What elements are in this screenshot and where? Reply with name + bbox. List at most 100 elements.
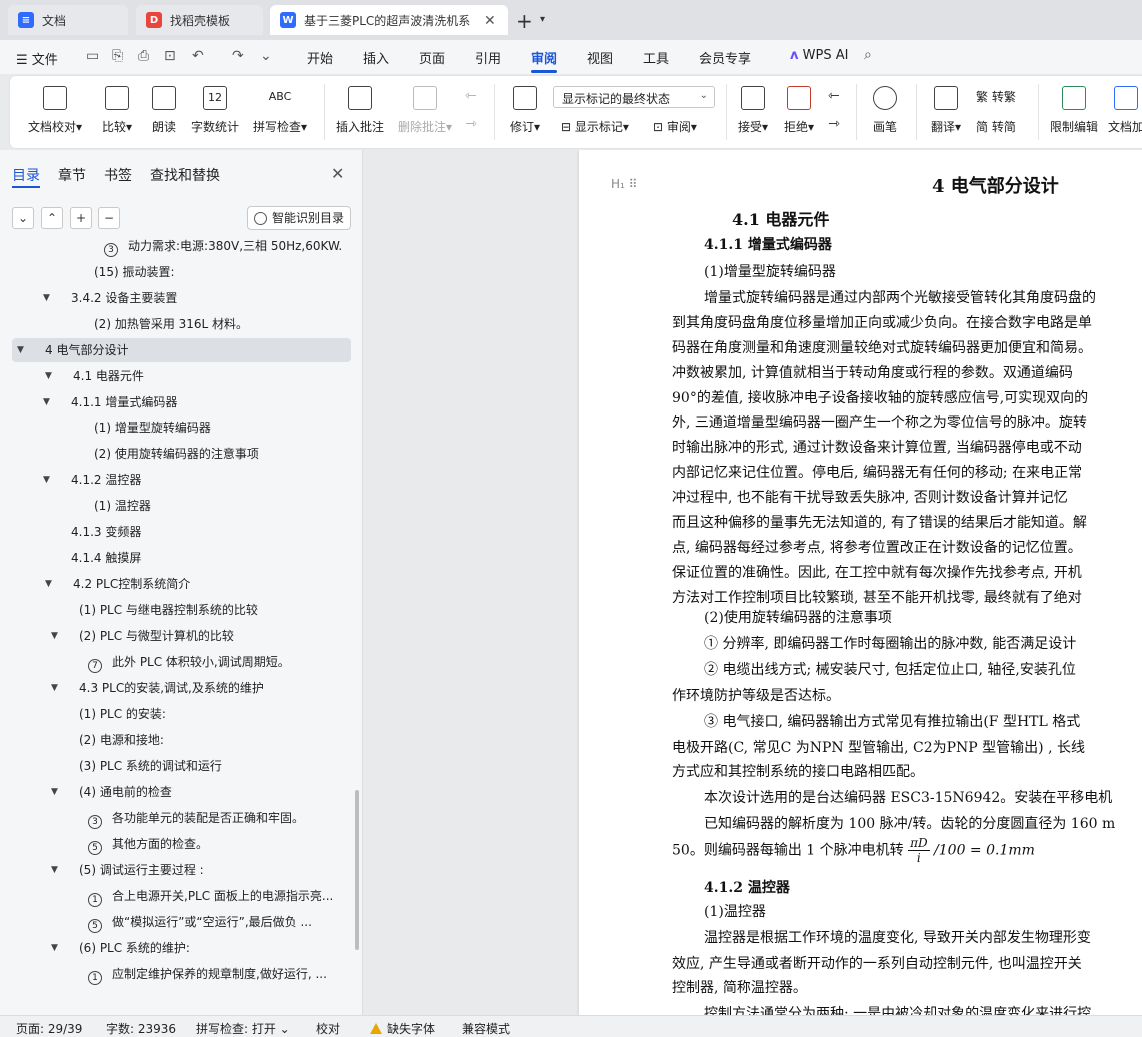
toc-item[interactable]: (2) 加热管采用 316L 材料。 bbox=[0, 312, 355, 336]
review-pane-button[interactable]: ⊡ 审阅▾ bbox=[653, 118, 697, 135]
close-icon[interactable]: ✕ bbox=[331, 164, 344, 183]
redo-icon[interactable]: ↷ bbox=[232, 48, 244, 64]
insert-comment-button[interactable]: 插入批注 bbox=[332, 76, 388, 148]
missing-font-status[interactable]: 缺失字体 bbox=[370, 1020, 435, 1037]
nav-tab-find-replace[interactable]: 查找和替换 bbox=[150, 165, 220, 185]
toc-item[interactable]: 3 动力需求:电源:380V,三相 50Hz,60KW. bbox=[0, 234, 355, 258]
nav-tab-toc[interactable]: 目录 bbox=[12, 165, 40, 185]
save-icon[interactable]: ▭ bbox=[86, 48, 99, 64]
add-level-icon[interactable]: + bbox=[70, 207, 92, 229]
toc-item[interactable]: ▼ (4) 通电前的检查 bbox=[0, 780, 355, 804]
doc-encrypt-button[interactable]: 文档加 bbox=[1106, 76, 1142, 148]
toc-item[interactable]: 5 其他方面的检查。 bbox=[0, 832, 355, 856]
toc-item[interactable]: ▼ 3.4.2 设备主要装置 bbox=[0, 286, 355, 310]
toc-item[interactable]: (1) PLC 的安装: bbox=[0, 702, 355, 726]
chevron-down-icon[interactable]: ▼ bbox=[51, 858, 58, 882]
word-count-status[interactable]: 字数: 23936 bbox=[106, 1020, 176, 1037]
page-indicator[interactable]: 页面: 29/39 bbox=[16, 1020, 82, 1037]
toc-item[interactable]: 4.1.4 触摸屏 bbox=[0, 546, 355, 570]
nav-tab-bookmarks[interactable]: 书签 bbox=[104, 165, 132, 185]
toc-item[interactable]: (3) PLC 系统的调试和运行 bbox=[0, 754, 355, 778]
revision-button[interactable]: 修订▾ bbox=[502, 76, 548, 148]
tab-docer[interactable]: D 找稻壳模板 bbox=[136, 5, 263, 35]
chevron-down-icon[interactable]: ▼ bbox=[17, 338, 24, 362]
pen-button[interactable]: 画笔 bbox=[864, 76, 906, 148]
tab-docs[interactable]: ≡ 文档 bbox=[8, 5, 128, 35]
toc-item[interactable]: ▼ 4.1.2 温控器 bbox=[0, 468, 355, 492]
toc-item[interactable]: ▼ 4.3 PLC的安装,调试,及系统的维护 bbox=[0, 676, 355, 700]
chevron-down-icon[interactable]: ▼ bbox=[51, 676, 58, 700]
expand-up-icon[interactable]: ⌃ bbox=[41, 207, 63, 229]
toc-item[interactable]: ▼ (5) 调试运行主要过程 : bbox=[0, 858, 355, 882]
chevron-down-icon[interactable]: ▼ bbox=[51, 624, 58, 648]
to-simplified-button[interactable]: 简 转简 bbox=[976, 118, 1016, 135]
toc-item[interactable]: 1 合上电源开关,PLC 面板上的电源指示亮... bbox=[0, 884, 355, 908]
chevron-down-icon[interactable]: ▼ bbox=[43, 286, 50, 310]
remove-level-icon[interactable]: − bbox=[98, 207, 120, 229]
chevron-down-icon[interactable]: ▼ bbox=[43, 468, 50, 492]
tab-references[interactable]: 引用 bbox=[475, 48, 501, 67]
translate-button[interactable]: 翻译▾ bbox=[922, 76, 970, 148]
spell-check-status[interactable]: 拼写检查: 打开 ⌄ bbox=[196, 1020, 290, 1037]
export-icon[interactable]: ⎘ bbox=[112, 48, 123, 64]
collapse-all-icon[interactable]: ⌄ bbox=[12, 207, 34, 229]
toc-item[interactable]: (1) PLC 与继电器控制系统的比较 bbox=[0, 598, 355, 622]
previous-comment-icon[interactable]: ⇽ bbox=[465, 88, 477, 104]
toc-item[interactable]: ▼ (2) PLC 与微型计算机的比较 bbox=[0, 624, 355, 648]
toc-item[interactable]: ▼ (6) PLC 系统的维护: bbox=[0, 936, 355, 960]
chevron-down-icon[interactable]: ▼ bbox=[51, 936, 58, 960]
toc-item[interactable]: 4.1.3 变频器 bbox=[0, 520, 355, 544]
proofread-status[interactable]: 校对 bbox=[316, 1020, 340, 1037]
print-preview-icon[interactable]: ⊡ bbox=[164, 48, 176, 64]
previous-change-icon[interactable]: ⇽ bbox=[828, 88, 840, 104]
toc-item[interactable]: ▼ 4.2 PLC控制系统简介 bbox=[0, 572, 355, 596]
show-markup-button[interactable]: ⊟ 显示标记▾ bbox=[561, 118, 629, 135]
spell-check-button[interactable]: ABC 拼写检查▾ bbox=[248, 76, 312, 148]
toc-item[interactable]: 3 各功能单元的装配是否正确和牢固。 bbox=[0, 806, 355, 830]
tab-review[interactable]: 审阅 bbox=[531, 48, 557, 67]
nav-scrollbar[interactable] bbox=[355, 790, 359, 950]
nav-tab-chapters[interactable]: 章节 bbox=[58, 165, 86, 185]
read-aloud-button[interactable]: 朗读 bbox=[144, 76, 184, 148]
toc-item[interactable]: (2) 使用旋转编码器的注意事项 bbox=[0, 442, 355, 466]
file-menu[interactable]: ☰ 文件 bbox=[16, 49, 58, 68]
reject-button[interactable]: 拒绝▾ bbox=[778, 76, 820, 148]
chevron-down-icon[interactable]: ▼ bbox=[51, 780, 58, 804]
toc-item[interactable]: 5 做“模拟运行”或“空运行”,最后做负 ... bbox=[0, 910, 355, 934]
toc-item[interactable]: (15) 振动装置: bbox=[0, 260, 355, 284]
toc-item[interactable]: ▼ 4.1 电器元件 bbox=[0, 364, 355, 388]
search-icon[interactable]: ⌕ bbox=[864, 47, 872, 63]
toc-item[interactable]: ▼ 4 电气部分设计 bbox=[12, 338, 351, 362]
tab-page[interactable]: 页面 bbox=[419, 48, 445, 67]
chevron-down-icon[interactable]: ▼ bbox=[45, 572, 52, 596]
quick-access-more-icon[interactable]: ⌄ bbox=[260, 48, 272, 64]
tab-tools[interactable]: 工具 bbox=[643, 48, 669, 67]
smart-toc-button[interactable]: 智能识别目录 bbox=[247, 206, 351, 230]
chevron-down-icon[interactable]: ▾ bbox=[540, 14, 545, 25]
document-area[interactable]: H₁ ⠿ 4 电气部分设计 4.1 电器元件 4.1.1 增量式编码器 (1)增… bbox=[364, 150, 1142, 1015]
toc-item[interactable]: (1) 增量型旋转编码器 bbox=[0, 416, 355, 440]
undo-icon[interactable]: ↶ bbox=[192, 48, 204, 64]
tab-insert[interactable]: 插入 bbox=[363, 48, 389, 67]
word-count-button[interactable]: 12 字数统计 bbox=[188, 76, 242, 148]
accept-button[interactable]: 接受▾ bbox=[732, 76, 774, 148]
delete-comment-button[interactable]: 删除批注▾ bbox=[392, 76, 458, 148]
print-icon[interactable]: ⎙ bbox=[138, 48, 149, 64]
toc-item[interactable]: (1) 温控器 bbox=[0, 494, 355, 518]
tab-current-document[interactable]: W 基于三菱PLC的超声波清洗机系 bbox=[270, 5, 508, 35]
next-change-icon[interactable]: ⇾ bbox=[828, 116, 840, 132]
chevron-down-icon[interactable]: ▼ bbox=[45, 364, 52, 388]
wps-ai-button[interactable]: ᴧ WPS AI bbox=[790, 48, 848, 63]
toc-item[interactable]: 7 此外 PLC 体积较小,调试周期短。 bbox=[0, 650, 355, 674]
tab-home[interactable]: 开始 bbox=[307, 48, 333, 67]
toc-item[interactable]: 1 应制定维护保养的规章制度,做好运行, ... bbox=[0, 962, 355, 986]
next-comment-icon[interactable]: ⇾ bbox=[465, 116, 477, 132]
heading-style-icon[interactable]: H₁ ⠿ bbox=[611, 177, 637, 191]
toc-item[interactable]: ▼ 4.1.1 增量式编码器 bbox=[0, 390, 355, 414]
markup-display-select[interactable]: 显示标记的最终状态 ⌄ bbox=[553, 86, 715, 108]
tab-view[interactable]: 视图 bbox=[587, 48, 613, 67]
close-icon[interactable]: ✕ bbox=[484, 13, 496, 29]
to-traditional-button[interactable]: 繁 转繁 bbox=[976, 88, 1016, 105]
doc-check-button[interactable]: 文档校对▾ bbox=[24, 76, 86, 148]
tab-member[interactable]: 会员专享 bbox=[699, 48, 751, 67]
